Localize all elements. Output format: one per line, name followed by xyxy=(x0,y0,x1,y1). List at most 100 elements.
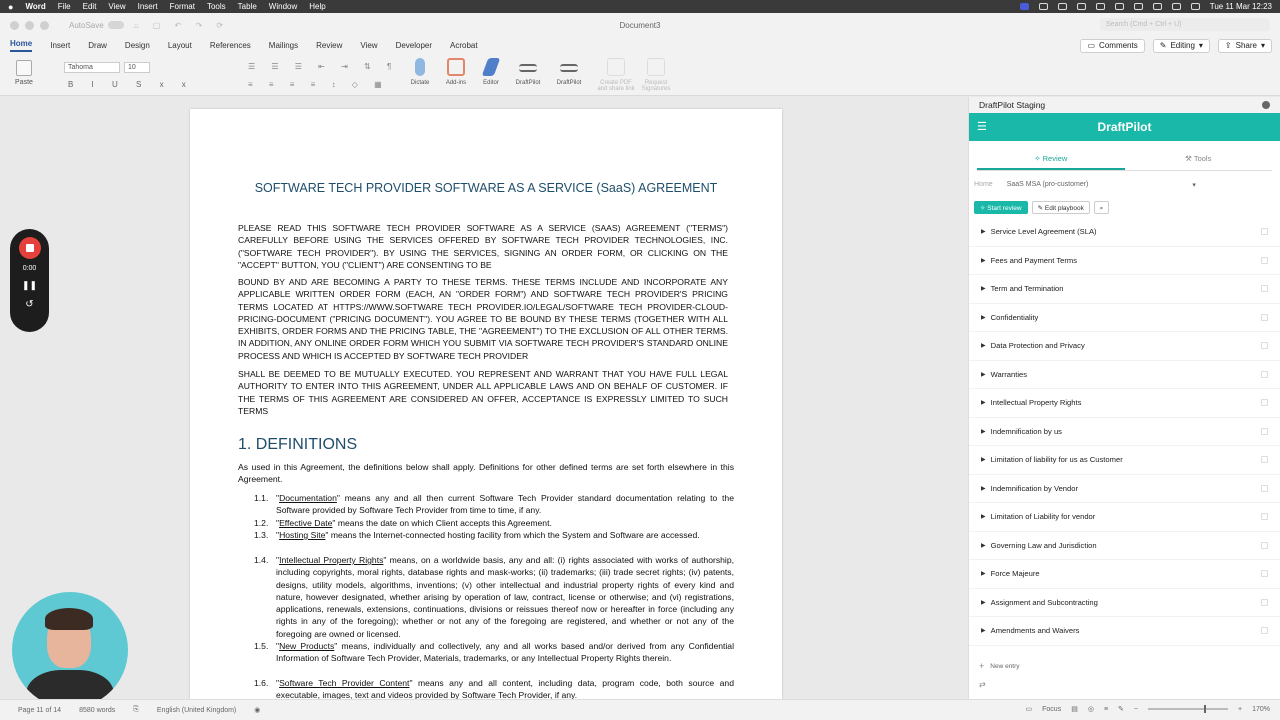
new-entry-button[interactable]: + New entry xyxy=(979,661,1020,671)
text-format-buttons[interactable]: B I U S x x xyxy=(68,80,194,89)
section-checkbox[interactable] xyxy=(1261,256,1268,264)
section-item[interactable]: ▶ Intellectual Property Rights xyxy=(969,389,1280,418)
edit-playbook-button[interactable]: ✎ Edit playbook xyxy=(1031,201,1090,214)
menu-insert[interactable]: Insert xyxy=(138,2,158,11)
document-canvas[interactable]: SOFTWARE TECH PROVIDER SOFTWARE AS A SER… xyxy=(0,97,968,709)
section-item[interactable]: ▶ Term and Termination xyxy=(969,275,1280,304)
clock[interactable]: Tue 11 Mar 12:23 xyxy=(1210,2,1272,11)
zoom-level[interactable]: 170% xyxy=(1252,706,1270,713)
hamburger-menu-icon[interactable]: ☰ xyxy=(977,113,987,141)
extension-icon[interactable] xyxy=(1057,3,1067,10)
battery-icon[interactable] xyxy=(1133,3,1143,10)
tab-acrobat[interactable]: Acrobat xyxy=(450,41,478,50)
section-item[interactable]: ▶ Confidentiality xyxy=(969,304,1280,332)
display-icon[interactable] xyxy=(1095,3,1105,10)
gear-icon[interactable] xyxy=(1114,3,1124,10)
menu-help[interactable]: Help xyxy=(309,2,325,11)
menu-file[interactable]: File xyxy=(58,2,71,11)
outline-icon[interactable]: ≡ xyxy=(1104,706,1108,713)
language[interactable]: English (United Kingdom) xyxy=(157,707,236,714)
search-input[interactable]: Search (Cmd + Ctrl + U) xyxy=(1100,18,1270,31)
menu-format[interactable]: Format xyxy=(170,2,195,11)
addins-button[interactable]: Add-ins xyxy=(436,58,476,86)
section-checkbox[interactable] xyxy=(1261,570,1268,577)
section-item[interactable]: ▶ Assignment and Subcontracting xyxy=(969,589,1280,617)
share-button[interactable]: ⇪ Share ▾ xyxy=(1217,39,1272,53)
breadcrumb-home[interactable]: Home xyxy=(974,181,993,189)
tab-mailings[interactable]: Mailings xyxy=(269,41,298,50)
focus-icon[interactable]: ▭ xyxy=(1026,705,1033,713)
tab-references[interactable]: References xyxy=(210,41,251,50)
chevron-down-icon[interactable]: ▾ xyxy=(1192,181,1196,189)
comments-button[interactable]: ▭ Comments xyxy=(1080,39,1145,53)
section-checkbox[interactable] xyxy=(1261,399,1268,406)
section-checkbox[interactable] xyxy=(1261,484,1268,492)
section-checkbox[interactable] xyxy=(1261,513,1268,520)
request-signatures-button[interactable]: Request Signatures xyxy=(636,58,676,92)
section-item[interactable]: ▶ Data Protection and Privacy xyxy=(969,332,1280,361)
menu-edit[interactable]: Edit xyxy=(83,2,97,11)
section-item[interactable]: ▶ Amendments and Waivers xyxy=(969,617,1280,646)
menu-tools[interactable]: Tools xyxy=(207,2,226,11)
editor-button[interactable]: Editor xyxy=(471,58,511,86)
settings-sliders-icon[interactable]: ⇄ xyxy=(979,680,986,689)
paragraph-list-buttons[interactable]: ☰ ☰ ☰ ⇤ ⇥ ⇅ ¶ xyxy=(248,62,398,71)
pen-icon[interactable] xyxy=(1076,3,1086,10)
menu-app-name[interactable]: Word xyxy=(25,2,45,11)
paragraph-align-buttons[interactable]: ≡ ≡ ≡ ≡ ↕ ◇ ▦ xyxy=(248,80,389,89)
paste-button[interactable]: Paste xyxy=(14,60,34,86)
start-review-button[interactable]: ✧ Start review xyxy=(974,201,1028,214)
tab-tools-panel[interactable]: ⚒ Tools xyxy=(1125,149,1273,170)
section-checkbox[interactable] xyxy=(1261,598,1268,606)
cloud-icon[interactable] xyxy=(1038,3,1048,10)
zoom-slider-thumb[interactable] xyxy=(1204,705,1206,713)
playbook-select[interactable]: SaaS MSA (pro-customer) xyxy=(1007,181,1089,189)
screen-record-icon[interactable] xyxy=(1019,3,1029,10)
accessibility-icon[interactable]: ◉ xyxy=(254,706,260,714)
section-item[interactable]: ▶ Service Level Agreement (SLA) xyxy=(969,218,1280,247)
section-checkbox[interactable] xyxy=(1261,370,1268,378)
apple-icon[interactable]: ● xyxy=(8,2,13,12)
section-item[interactable]: ▶ Indemnification by Vendor xyxy=(969,475,1280,503)
page-count[interactable]: Page 11 of 14 xyxy=(18,707,61,714)
create-pdf-button[interactable]: Create PDF and share link xyxy=(596,58,636,92)
webcam-bubble[interactable] xyxy=(12,592,128,708)
focus-label[interactable]: Focus xyxy=(1042,706,1061,713)
tab-review-panel[interactable]: ✧ Review xyxy=(977,149,1125,170)
tab-view[interactable]: View xyxy=(360,41,377,50)
wifi-icon[interactable] xyxy=(1152,3,1162,10)
search-icon[interactable] xyxy=(1171,3,1181,10)
draft-icon[interactable]: ✎ xyxy=(1118,705,1124,713)
web-layout-icon[interactable]: ◎ xyxy=(1088,705,1094,713)
section-item[interactable]: ▶ Indemnification by us xyxy=(969,418,1280,446)
font-family-select[interactable]: Tahoma xyxy=(64,62,120,73)
section-item[interactable]: ▶ Force Majeure xyxy=(969,560,1280,589)
control-center-icon[interactable] xyxy=(1190,3,1200,10)
restart-icon[interactable]: ↺ xyxy=(10,299,49,310)
stop-recording-button[interactable] xyxy=(18,237,41,259)
draftpilot-button-1[interactable]: DraftPilot xyxy=(508,58,548,86)
tab-home[interactable]: Home xyxy=(10,39,33,52)
section-checkbox[interactable] xyxy=(1261,427,1268,435)
zoom-out-icon[interactable]: − xyxy=(1134,706,1138,713)
tab-developer[interactable]: Developer xyxy=(396,41,432,50)
section-checkbox[interactable] xyxy=(1261,228,1268,235)
proofing-icon[interactable]: ⎘ xyxy=(133,706,139,714)
tab-insert[interactable]: Insert xyxy=(50,41,70,50)
section-checkbox[interactable] xyxy=(1261,541,1268,549)
font-size-select[interactable]: 10 xyxy=(124,62,150,73)
close-icon[interactable] xyxy=(1262,101,1270,109)
search-button[interactable]: ⌕ xyxy=(1093,201,1109,214)
section-item[interactable]: ▶ Limitation of Liability for vendor xyxy=(969,503,1280,532)
menu-view[interactable]: View xyxy=(108,2,125,11)
tab-draw[interactable]: Draw xyxy=(88,41,107,50)
document-page[interactable]: SOFTWARE TECH PROVIDER SOFTWARE AS A SER… xyxy=(190,109,782,709)
editing-button[interactable]: ✎ Editing ▾ xyxy=(1152,39,1210,53)
section-checkbox[interactable] xyxy=(1261,285,1268,292)
section-item[interactable]: ▶ Limitation of liability for us as Custo… xyxy=(969,446,1280,475)
section-checkbox[interactable] xyxy=(1261,627,1268,634)
pause-icon[interactable]: ❚❚ xyxy=(10,280,49,291)
zoom-in-icon[interactable]: + xyxy=(1238,706,1242,713)
menu-window[interactable]: Window xyxy=(269,2,297,11)
section-item[interactable]: ▶ Fees and Payment Terms xyxy=(969,247,1280,275)
